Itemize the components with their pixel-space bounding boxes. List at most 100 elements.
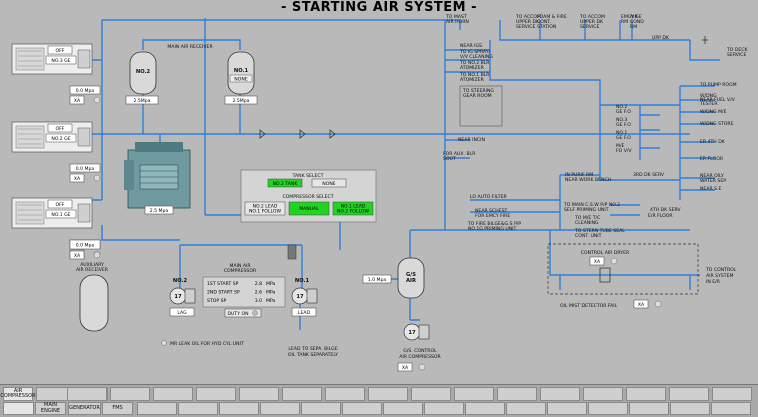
tank-select-label: TANK SELECT — [292, 173, 324, 179]
tank-select-none-label: NONE — [322, 181, 335, 187]
compressor-select-no1-lead-button[interactable]: NO.1 LEAD NO.2 FOLLOW — [332, 201, 374, 216]
tab-fms[interactable]: FMS — [102, 402, 133, 415]
top-destination-emcy: RM — [621, 19, 628, 25]
nav-button-blank[interactable] — [383, 402, 423, 415]
aux-receiver-mode: XA — [74, 253, 81, 259]
tank-select-none-button[interactable]: NONE — [311, 178, 347, 188]
compressor-select-label: COMPRESSOR SELECT — [282, 194, 333, 200]
nav-button-blank[interactable] — [153, 387, 193, 401]
generator-name: NO.3 GE — [51, 58, 70, 64]
setting-label: 2ND START SP — [207, 290, 240, 296]
nav-button-blank[interactable] — [239, 387, 279, 401]
compressor-select-no2-lead-button[interactable]: NO.2 LEAD NO.1 FOLLOW — [244, 201, 286, 216]
nav-button-blank[interactable] — [547, 402, 587, 415]
generator-status: OFF — [56, 126, 65, 132]
consumer-label: ER 4TH DK — [700, 139, 726, 145]
gs-air-pressure: 1.0 Mpa — [368, 277, 387, 283]
generator-status: OFF — [56, 202, 65, 208]
nav-button-blank[interactable] — [301, 402, 341, 415]
setting-label: 1ST START SP — [207, 281, 239, 287]
consumer-label: NO.1G PRIMING UNIT — [468, 226, 517, 232]
nav-button-blank[interactable] — [669, 387, 709, 401]
setting-value: 2.8 — [255, 281, 262, 287]
consumer-label: GE F.O — [616, 122, 631, 128]
nav-button-blank[interactable] — [629, 402, 669, 415]
consumer-label: CLEANING — [575, 220, 599, 226]
leak-oil-label: MR LEAK OIL FOR HYD CYL UNIT — [170, 341, 244, 347]
generator-name: NO.2 GE — [51, 136, 70, 142]
compressor-settings-panel: 1ST START SP 2.8 MPa 2ND START SP 2.6 MPa STOP… — [202, 276, 286, 308]
consumer-label: SOOT — [443, 156, 456, 162]
consumer-label: SELF PRIMING UNIT — [564, 207, 609, 213]
nav-button-blank[interactable] — [711, 402, 751, 415]
nav-button-blank[interactable] — [368, 387, 408, 401]
generator-ge3[interactable]: OFF NO.3 GE 0.0 Mpa XA — [11, 43, 101, 105]
main-engine-icon[interactable]: 2.5 Mpa — [124, 142, 191, 215]
generator-mode: XA — [74, 176, 81, 182]
tank-select-no2-label: NO.2 TANK — [273, 181, 299, 187]
aux-air-receiver[interactable]: 0.0 Mpa XA AUXILIARY AIR RECEIVER — [69, 239, 109, 332]
control-air-dest-label-3: IN E/R — [706, 279, 721, 285]
nav-button-blank[interactable] — [67, 387, 107, 401]
nav-button-blank[interactable] — [670, 402, 710, 415]
nav-button-blank[interactable] — [506, 402, 546, 415]
upp-dk-label: UPP DK — [652, 35, 670, 41]
nav-button-blank[interactable] — [110, 387, 150, 401]
control-air-dryer-label: CONTROL AIR DRYER — [581, 250, 630, 256]
main-air-receiver-no1[interactable]: NO.1 NONE 2.5Mpa — [224, 51, 258, 105]
nav-button-blank[interactable] — [583, 387, 623, 401]
nav-button-blank[interactable] — [497, 387, 537, 401]
duty-on-button[interactable]: DUTY ON — [224, 308, 262, 318]
nav-button-blank[interactable] — [219, 402, 259, 415]
nav-button-blank[interactable] — [282, 387, 322, 401]
top-destination-foam: STATION — [537, 24, 556, 30]
nav-button-blank[interactable] — [325, 387, 365, 401]
compressor-select-no1-lead-l2: NO.2 FOLLOW — [337, 209, 370, 215]
nav-button-blank[interactable] — [424, 402, 464, 415]
nav-button-blank[interactable] — [411, 387, 451, 401]
control-air-dryer[interactable]: CONTROL AIR DRYER XA — [547, 243, 699, 295]
main-compressor-label-2: COMPRESSOR — [224, 268, 257, 274]
tab-aircomp-sub[interactable] — [3, 402, 34, 415]
receiver-no1-name: NO.1 — [234, 68, 249, 74]
nav-button-blank[interactable] — [588, 402, 628, 415]
setting-value: 3.0 — [255, 298, 262, 304]
receiver-no1-pressure: 2.5Mpa — [232, 98, 249, 104]
compressor-select-manual-button[interactable]: MANUAL — [288, 201, 330, 216]
main-air-receiver-no2[interactable]: NO.2 2.5Mpa — [125, 51, 159, 105]
nav-button-blank[interactable] — [465, 402, 505, 415]
consumer-label: 3RD DK SERV — [633, 172, 665, 178]
tab-generator[interactable]: GENERATOR — [68, 402, 101, 415]
consumer-label: W/DNG STORE — [700, 121, 734, 127]
tab-mainengine[interactable]: MAIN ENGINE — [35, 402, 66, 415]
nav-button-blank[interactable] — [342, 402, 382, 415]
nav-button-blank[interactable] — [626, 387, 666, 401]
sepa-label: LEAD TO SEPA. BILGE — [288, 346, 337, 352]
consumer-label: ATOMIZER — [460, 65, 485, 71]
oil-mist-label: OIL MIST DETECTOR FAIL — [560, 303, 618, 309]
compressor-no1[interactable]: NO.1 17 LEAD — [291, 278, 318, 317]
consumer-label: NEAR IGS — [460, 43, 482, 49]
tank-select-no2-button[interactable]: NO.2 TANK — [267, 178, 303, 188]
generator-mode: XA — [74, 98, 81, 104]
nav-button-blank[interactable] — [454, 387, 494, 401]
gs-air-receiver[interactable]: G/S AIR 1.0 Mpa — [362, 257, 425, 299]
compressor-no2[interactable]: NO.2 17 LAG — [169, 278, 196, 317]
consumer-label: LO AUTO FILTER — [470, 194, 507, 200]
gs-control-compressor[interactable]: 17 G/S. CONTROL AIR COMPRESSOR XA — [397, 323, 442, 372]
nav-button-blank[interactable] — [196, 387, 236, 401]
consumer-label: FO V/V — [616, 148, 632, 154]
bottom-nav-bar: AIR COMPRESSOR MAIN ENGINE GENERATOR FMS — [0, 384, 758, 417]
nav-button-blank[interactable] — [178, 402, 218, 415]
consumer-label: ER FLOOR — [700, 156, 724, 162]
select-panel: TANK SELECT NO.2 TANK NONE COMPRESSOR SE… — [240, 169, 377, 223]
nav-button-blank[interactable] — [137, 402, 177, 415]
tab-aircomp[interactable]: AIR COMPRESSOR — [0, 387, 36, 401]
oil-mist-mode[interactable]: XA — [633, 299, 662, 309]
generator-name: NO.1 GE — [51, 212, 70, 218]
nav-button-blank[interactable] — [712, 387, 752, 401]
generator-ge2[interactable]: OFF NO.2 GE 0.0 Mpa XA — [11, 121, 101, 183]
nav-button-blank[interactable] — [540, 387, 580, 401]
consumer-label: 4TH DK SERV — [650, 207, 681, 213]
nav-button-blank[interactable] — [260, 402, 300, 415]
